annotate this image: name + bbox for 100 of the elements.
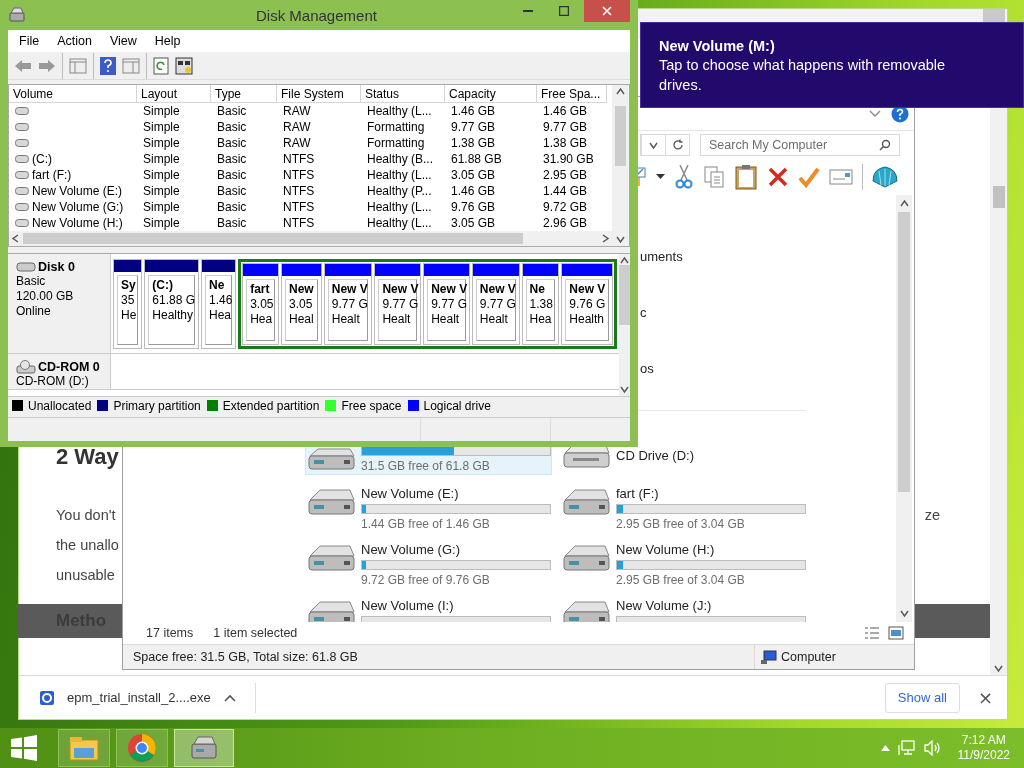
disk-name: Disk 0 xyxy=(16,260,110,274)
drive-tile[interactable]: fart (F:) 2.95 GB free of 3.04 GB xyxy=(560,485,807,529)
table-cell-text: Basic xyxy=(216,199,248,215)
partition[interactable]: Ne 1.46 Hea xyxy=(201,259,237,349)
download-file-name[interactable]: epm_trial_install_2....exe xyxy=(67,690,211,705)
drive-tile[interactable]: New Volume (J:) xyxy=(560,597,807,622)
partition-label: Healt xyxy=(431,312,461,327)
partition-label: 3.05 xyxy=(288,297,314,312)
column-header[interactable]: Volume xyxy=(9,85,137,103)
disk-name: CD-ROM 0 xyxy=(16,360,110,374)
column-header[interactable]: File System xyxy=(277,85,361,103)
partition-label: 61.88 G xyxy=(152,293,194,308)
article-text: ze xyxy=(924,507,940,523)
legend-label: Extended partition xyxy=(222,398,320,413)
column-header[interactable]: Layout xyxy=(137,85,211,103)
disk-info: CD-ROM (D:) xyxy=(16,374,90,389)
partition-label: Healt xyxy=(479,312,509,327)
partition-label: Hea xyxy=(250,312,274,327)
partition-label: Hea xyxy=(529,312,553,327)
partition-label: Hea xyxy=(209,308,232,323)
table-cell-text: Basic xyxy=(216,215,248,231)
partition-label: 3.05 xyxy=(250,297,274,312)
notification[interactable]: New Volume (M:) Tap to choose what happens with removable drives. xyxy=(640,22,1024,108)
partition-label: 35 xyxy=(121,293,136,308)
disk-info: Online xyxy=(16,304,52,319)
table-cell-text: 9.72 GB xyxy=(542,199,589,215)
partition-label: Sy xyxy=(121,278,137,293)
drive-name: New Volume (J:) xyxy=(616,598,713,613)
partition-label: New V xyxy=(479,282,515,297)
table-cell-text: Simple xyxy=(142,215,181,231)
volume-name: New Volume (H:) xyxy=(32,216,123,230)
show-all-button[interactable]: Show all xyxy=(884,682,960,713)
selection-count: 1 item selected xyxy=(213,626,298,640)
notification-message: Tap to choose what happens with removable drives. xyxy=(659,56,947,95)
free-space-text: 9.72 GB free of 9.76 GB xyxy=(361,573,491,587)
partition[interactable]: New 3.05 Heal xyxy=(280,263,322,345)
table-cell-text: 9.77 GB xyxy=(542,119,589,135)
partition[interactable]: New V 9.77 G Healt xyxy=(423,263,470,345)
table-cell-text: NTFS xyxy=(282,183,316,199)
free-space-text: 1.44 GB free of 1.46 GB xyxy=(361,517,491,531)
partition[interactable]: fart 3.05 Hea xyxy=(242,263,279,345)
partition-label: 9.77 G xyxy=(382,297,417,312)
partition-label: He xyxy=(121,308,138,323)
partition[interactable]: New V 9.77 G Healt xyxy=(323,263,373,345)
close-button[interactable]: × xyxy=(973,687,997,708)
table-cell-text: Healthy (L... xyxy=(366,167,433,183)
partition[interactable]: Sy 35 He xyxy=(113,259,143,349)
table-cell-text: Simple xyxy=(142,151,181,167)
folder-name[interactable]: c xyxy=(640,304,647,320)
partition[interactable]: New V 9.77 G Healt xyxy=(471,263,520,345)
volume-name: New Volume (G:) xyxy=(32,200,124,214)
drive-tile[interactable]: New Volume (G:) 9.72 GB free of 9.76 GB xyxy=(305,541,552,585)
partition-label: Ne xyxy=(529,282,546,297)
menu-item[interactable]: File xyxy=(10,34,49,48)
free-space-text: 2.95 GB free of 3.04 GB xyxy=(616,573,746,587)
partition[interactable]: Ne 1.38 Hea xyxy=(521,263,560,345)
partition[interactable]: New V 9.76 G Health xyxy=(561,263,613,345)
partition-label: Health xyxy=(569,312,605,327)
partition-label: 9.77 G xyxy=(479,297,515,312)
window-title: Disk Management xyxy=(256,6,377,24)
folder-name[interactable]: os xyxy=(640,360,654,376)
folder-name[interactable]: uments xyxy=(640,248,683,264)
partition-label: Ne xyxy=(209,278,226,293)
item-count: 17 items xyxy=(146,626,194,640)
table-cell-text: Healthy (B... xyxy=(366,151,435,167)
table-cell-text: Healthy (L... xyxy=(366,215,433,231)
drive-tile[interactable]: New Volume (I:) xyxy=(305,597,552,622)
partition[interactable]: (C:) 61.88 G Healthy xyxy=(144,259,199,349)
partition-label: New xyxy=(288,282,315,297)
column-header[interactable]: Free Spa... xyxy=(537,85,607,103)
menu-item[interactable]: Action xyxy=(48,34,101,48)
table-cell-text: 1.38 GB xyxy=(450,135,497,151)
table-cell-text: Formatting xyxy=(366,119,426,135)
table-cell-text: 3.05 GB xyxy=(450,167,497,183)
partition-label: (C:) xyxy=(152,278,174,293)
column-header[interactable]: Capacity xyxy=(445,85,537,103)
table-cell-text: 1.38 GB xyxy=(542,135,589,151)
volume-name: (C:) xyxy=(32,152,52,166)
partition[interactable]: New V 9.77 G Healt xyxy=(374,263,422,345)
legend-label: Primary partition xyxy=(113,398,201,413)
column-header[interactable]: Status xyxy=(361,85,445,103)
table-cell-text: 9.76 GB xyxy=(450,199,497,215)
drive-tile[interactable]: 31.5 GB free of 61.8 GB xyxy=(305,445,552,475)
table-cell-text: Basic xyxy=(216,183,248,199)
drive-tile[interactable]: New Volume (H:) 2.95 GB free of 3.04 GB xyxy=(560,541,807,585)
partition-label: Healt xyxy=(382,312,412,327)
table-cell-text: Basic xyxy=(216,103,248,119)
volume-name: New Volume (E:) xyxy=(32,184,123,198)
table-cell-text: Healthy (L... xyxy=(366,199,433,215)
location-text: Computer xyxy=(781,650,836,664)
drive-tile[interactable]: New Volume (E:) 1.44 GB free of 1.46 GB xyxy=(305,485,552,529)
menu-item[interactable]: Help xyxy=(145,34,190,48)
free-space-text: 2.95 GB free of 3.04 GB xyxy=(616,517,746,531)
search-field[interactable]: Search My Computer xyxy=(700,134,900,156)
menu-item[interactable]: View xyxy=(100,34,146,48)
partition-label: New V xyxy=(569,282,607,297)
free-space-text: 31.5 GB free of 61.8 GB xyxy=(361,459,491,473)
article-text: You don't xyxy=(56,507,116,523)
column-header[interactable]: Type xyxy=(211,85,277,103)
drive-name: New Volume (E:) xyxy=(361,486,460,501)
